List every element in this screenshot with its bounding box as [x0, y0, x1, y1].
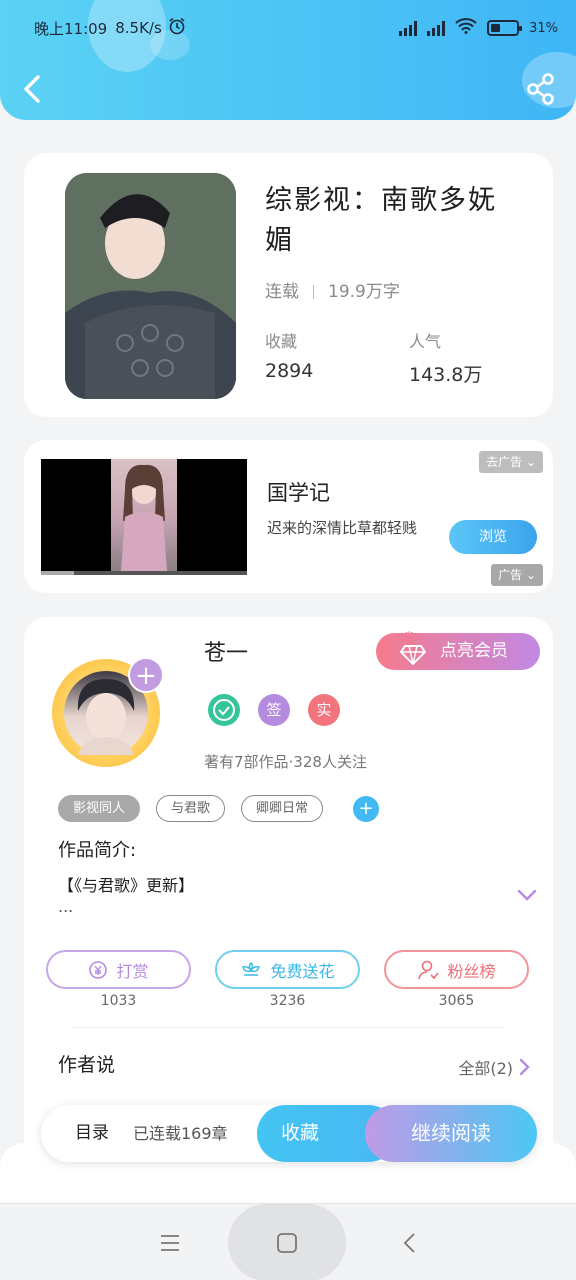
author-meta: 著有7部作品·328人关注	[204, 753, 367, 771]
flower-label: 免费送花	[270, 961, 335, 981]
header: 晚上11:09 8.5K/s 31%	[0, 0, 576, 120]
ad-title: 国学记	[267, 481, 330, 505]
popularity-value: 143.8万	[409, 364, 483, 386]
ad-label-badge: 广告 ⌄	[491, 564, 543, 586]
favorites-label: 收藏	[265, 332, 298, 351]
system-nav-bar	[0, 1203, 576, 1280]
share-button[interactable]	[526, 72, 556, 106]
favorites-stat: 收藏 2894	[265, 328, 313, 382]
flower-icon	[242, 961, 261, 976]
book-status: 连载	[265, 282, 299, 302]
popularity-label: 人气	[409, 332, 442, 351]
status-bar: 晚上11:09 8.5K/s 31%	[34, 14, 558, 42]
ad-browse-button[interactable]: 浏览	[449, 520, 537, 554]
signed-badge[interactable]: 签	[258, 694, 290, 726]
add-tag-button[interactable]: +	[353, 795, 380, 822]
fans-ranking-button[interactable]: 粉丝榜	[384, 950, 529, 989]
home-nav-button[interactable]	[265, 1204, 309, 1280]
user-icon	[418, 960, 440, 979]
battery-icon	[487, 20, 523, 36]
tip-count: 1033	[100, 993, 137, 1009]
real-name-badge[interactable]: 实	[308, 694, 340, 726]
battery-level: 31%	[529, 20, 558, 36]
book-title: 综影视：南歌多妩媚	[265, 185, 497, 256]
favorites-value: 2894	[265, 360, 314, 382]
menu-icon	[161, 1234, 179, 1251]
chevron-left-icon	[24, 75, 40, 103]
chevron-right-icon	[519, 1058, 530, 1076]
fans-count: 3065	[438, 993, 475, 1009]
back-nav-button[interactable]	[388, 1204, 432, 1280]
tag-item[interactable]: 影视同人	[58, 795, 141, 822]
tip-label: 打赏	[116, 961, 149, 981]
divider	[72, 1027, 505, 1028]
author-says-all-link[interactable]: 全部(2)	[458, 1055, 531, 1079]
author-says-all-label: 全部(2)	[458, 1059, 513, 1078]
divider	[313, 285, 314, 299]
author-says-title: 作者说	[58, 1054, 116, 1076]
remove-ad-button[interactable]: 去广告 ⌄	[479, 451, 543, 473]
fans-action: 粉丝榜 3065	[384, 950, 529, 1009]
book-info-card: 综影视：南歌多妩媚 连载 19.9万字 收藏 2894 人气 143.8万	[24, 153, 553, 417]
signal-icon	[399, 20, 418, 36]
tip-action: 打赏 1033	[46, 950, 191, 1009]
intro-text: 【《与君歌》更新】	[58, 876, 195, 895]
chapter-count: 已连载169章	[133, 1124, 228, 1143]
support-actions: 打赏 1033 免费送花 3236 粉丝榜 3065	[46, 950, 529, 1009]
tag-item[interactable]: 卿卿日常	[241, 795, 324, 822]
share-icon	[527, 73, 554, 105]
author-name[interactable]: 苍一	[204, 635, 248, 667]
alarm-icon	[168, 17, 186, 39]
intro-ellipsis: ...	[58, 897, 74, 916]
vip-button-label: 点亮会员	[440, 641, 508, 661]
popularity-stat: 人气 143.8万	[409, 328, 482, 387]
intro-label: 作品简介:	[58, 840, 137, 861]
chevron-down-icon: ⌄	[525, 568, 536, 582]
verified-badge-icon[interactable]	[208, 694, 240, 726]
follow-author-button[interactable]: +	[128, 657, 164, 693]
book-word-count: 19.9万字	[328, 282, 400, 302]
status-time: 晚上11:09	[34, 19, 108, 38]
author-badges: 签 实	[208, 694, 340, 726]
ad-label: 广告	[498, 568, 523, 582]
tip-button[interactable]: 打赏	[46, 950, 191, 989]
menu-nav-button[interactable]	[148, 1204, 192, 1280]
activate-vip-button[interactable]: ♛ 点亮会员	[376, 628, 540, 670]
send-flower-button[interactable]: 免费送花	[215, 950, 360, 989]
flower-action: 免费送花 3236	[215, 950, 360, 1009]
ad-video-progress	[41, 571, 247, 575]
flower-count: 3236	[269, 993, 306, 1009]
book-status-line: 连载 19.9万字	[265, 277, 400, 302]
back-button[interactable]	[18, 72, 50, 106]
chevron-left-icon	[403, 1232, 415, 1253]
wifi-icon	[455, 18, 477, 38]
ad-video-thumbnail	[111, 459, 177, 571]
remove-ad-label: 去广告	[486, 455, 523, 469]
continue-reading-button[interactable]: 继续阅读	[365, 1105, 537, 1162]
ad-video[interactable]	[41, 459, 247, 575]
square-icon	[277, 1232, 297, 1253]
toc-button[interactable]: 目录	[75, 1105, 109, 1162]
bottom-action-bar: 目录 已连载169章 收藏 继续阅读	[41, 1105, 537, 1162]
tag-item[interactable]: 与君歌	[156, 795, 226, 822]
signal-hd-icon	[427, 20, 446, 36]
status-speed: 8.5K/s	[115, 19, 162, 37]
ad-card[interactable]: 国学记 迟来的深情比草都轻贱 浏览 去广告 ⌄ 广告 ⌄	[24, 440, 553, 593]
chevron-down-icon	[517, 889, 537, 901]
fans-label: 粉丝榜	[447, 961, 496, 981]
expand-intro-button[interactable]	[517, 887, 537, 906]
tag-list: 影视同人 与君歌 卿卿日常 +	[58, 795, 380, 822]
chevron-down-icon: ⌄	[525, 455, 536, 469]
diamond-icon	[399, 642, 427, 679]
yen-coin-icon	[89, 960, 108, 979]
book-cover-image[interactable]	[65, 173, 236, 399]
ad-description: 迟来的深情比草都轻贱	[267, 519, 418, 537]
